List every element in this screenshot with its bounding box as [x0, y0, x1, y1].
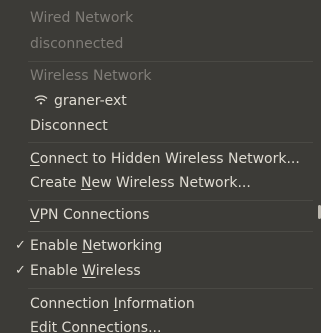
connection-information-label-a: Connection: [30, 296, 114, 312]
create-new-label-a: Create: [30, 175, 81, 191]
menu-separator: [28, 61, 313, 62]
mnemonic-v: V: [30, 207, 40, 223]
checkmark-icon: ✓: [15, 263, 26, 278]
checkmark-icon: ✓: [15, 238, 26, 253]
vpn-connections-item[interactable]: VPN Connections: [30, 203, 149, 227]
wireless-network-header: Wireless Network: [30, 68, 152, 84]
menu-separator: [28, 142, 313, 143]
enable-wireless-item[interactable]: Enable Wireless: [30, 259, 141, 283]
menu-separator: [28, 200, 313, 201]
enable-networking-label-b: etworking: [92, 238, 163, 254]
network-menu: Wired Network disconnected Wireless Netw…: [0, 0, 321, 333]
vpn-connections-label: PN Connections: [39, 207, 150, 223]
wired-network-status: disconnected: [30, 36, 124, 52]
menu-separator: [28, 288, 313, 289]
create-new-label-b: ew Wireless Network...: [91, 175, 251, 191]
mnemonic-w: W: [82, 263, 96, 279]
enable-networking-label-a: Enable: [30, 238, 83, 254]
disconnect-item[interactable]: Disconnect: [30, 114, 108, 138]
wifi-signal-icon: [34, 95, 48, 105]
enable-networking-item[interactable]: Enable Networking: [30, 234, 162, 258]
connection-information-item[interactable]: Connection Information: [30, 292, 195, 316]
menu-separator: [28, 231, 313, 232]
mnemonic-n: N: [80, 175, 92, 191]
create-new-network-item[interactable]: Create New Wireless Network...: [30, 171, 251, 195]
enable-wireless-label-b: ireless: [95, 263, 141, 279]
wireless-network-graner-ext[interactable]: graner-ext: [34, 89, 127, 113]
connect-hidden-label: onnect to Hidden Wireless Network...: [39, 151, 300, 167]
edit-connections-item[interactable]: Edit Connections...: [30, 316, 161, 333]
mnemonic-c: C: [30, 151, 40, 167]
mnemonic-n-networking: N: [82, 238, 93, 254]
wired-network-header: Wired Network: [30, 10, 134, 26]
wireless-ssid-label: graner-ext: [54, 93, 127, 109]
enable-wireless-label-a: Enable: [30, 263, 83, 279]
connect-hidden-network-item[interactable]: Connect to Hidden Wireless Network...: [30, 147, 300, 171]
connection-information-label-b: nformation: [117, 296, 195, 312]
